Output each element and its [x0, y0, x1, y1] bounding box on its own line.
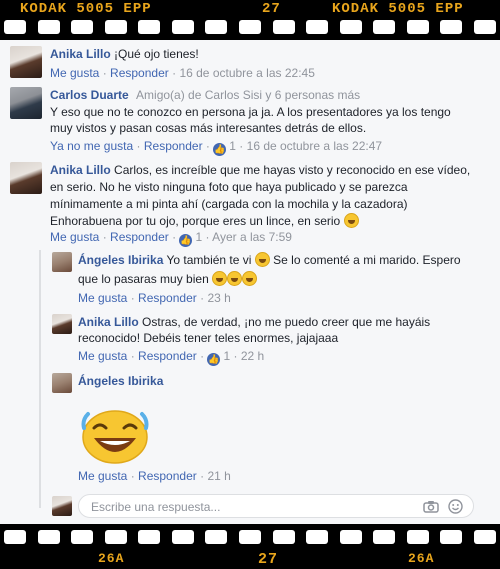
avatar[interactable]: [52, 373, 72, 393]
film-strip-bottom: 26A 27 26A: [0, 524, 500, 569]
camera-icon[interactable]: [423, 500, 439, 513]
comment-author[interactable]: Anika Lillo: [50, 163, 111, 177]
avatar[interactable]: [52, 314, 72, 334]
comment-actions: Ya no me gusta · Responder · 👍 1 · 16 de …: [50, 139, 383, 156]
reply-2-line1: Anika Lillo Ostras, de verdad, ¡no me pu…: [78, 315, 431, 329]
smiley-icon[interactable]: [448, 499, 463, 514]
comment-3-line1: Anika Lillo Carlos, es increíble que me …: [50, 162, 470, 178]
comment-author[interactable]: Carlos Duarte: [50, 88, 129, 102]
reply-1-line1: Ángeles Ibirika Yo también te vi Se lo c…: [78, 252, 461, 267]
thumbs-up-icon: 👍: [179, 234, 193, 247]
like-button[interactable]: Me gusta: [78, 349, 127, 363]
film-frame-label-right: 26A: [408, 551, 435, 566]
film-label-right: KODAK 5005 EPP: [332, 1, 464, 17]
unlike-button[interactable]: Ya no me gusta: [50, 139, 133, 153]
timestamp[interactable]: 16 de octubre a las 22:47: [247, 139, 382, 153]
comment-text: en serio. No he visto ninguna foto que h…: [50, 180, 408, 194]
timestamp[interactable]: 23 h: [207, 291, 230, 305]
reply-author[interactable]: Ángeles Ibirika: [78, 374, 163, 388]
film-frame-number: 27: [262, 1, 281, 17]
laughing-tears-emoji-sticker: [81, 410, 149, 464]
reply-author[interactable]: Ángeles Ibirika: [78, 253, 163, 267]
timestamp[interactable]: 21 h: [207, 469, 230, 483]
reply-text: reconocido! Debéis tener teles enormes, …: [78, 331, 339, 345]
film-label-left: KODAK 5005 EPP: [20, 1, 152, 17]
sprocket-holes-bottom: [0, 530, 500, 544]
reply-1-line2: que lo pasaras muy bien: [78, 271, 258, 287]
comment-text: Carlos, es increíble que me hayas visto …: [114, 163, 471, 177]
comment-actions: Me gusta · Responder · 16 de octubre a l…: [50, 66, 315, 80]
like-button[interactable]: Me gusta: [50, 66, 99, 80]
avatar[interactable]: [10, 46, 42, 78]
comment-2-header: Carlos Duarte Amigo(a) de Carlos Sisi y …: [50, 87, 360, 103]
smiling-emoji-icon: [242, 271, 258, 286]
reply-button[interactable]: Responder: [138, 469, 197, 483]
reply-3-header: Ángeles Ibirika: [78, 373, 163, 389]
comment-text: mínimamente a mi pinta ahí (cargada con …: [50, 197, 408, 211]
reply-button[interactable]: Responder: [144, 139, 203, 153]
reply-thread-line: [39, 250, 41, 508]
reply-composer[interactable]: [78, 494, 474, 518]
comment-text-line4: Enhorabuena por tu ojo, porque eres un l…: [50, 213, 359, 229]
avatar[interactable]: [10, 87, 42, 119]
avatar: [52, 496, 72, 516]
thumbs-up-icon: 👍: [207, 353, 221, 366]
reply-actions: Me gusta · Responder · 23 h: [78, 291, 231, 305]
like-count[interactable]: 👍 1: [213, 139, 236, 156]
avatar[interactable]: [52, 252, 72, 272]
comment-text: Y eso que no te conozco en persona ja ja…: [50, 105, 451, 119]
like-count[interactable]: 👍 1: [207, 349, 230, 366]
sprocket-holes-top: [0, 20, 500, 34]
reply-button[interactable]: Responder: [138, 349, 197, 363]
reply-author[interactable]: Anika Lillo: [78, 315, 139, 329]
comment-text: ¡Qué ojo tienes!: [114, 47, 199, 61]
comments-panel: Anika Lillo ¡Qué ojo tienes! Me gusta · …: [0, 40, 500, 524]
smiling-emoji-icon: [227, 271, 243, 286]
like-button[interactable]: Me gusta: [50, 230, 99, 244]
reply-button[interactable]: Responder: [110, 66, 169, 80]
reply-input[interactable]: [89, 499, 413, 515]
film-frame-label-left: 26A: [98, 551, 125, 566]
comment-text: muy vistos y pasan cosas más interesante…: [50, 121, 367, 135]
comment-author[interactable]: Anika Lillo: [50, 47, 111, 61]
reply-button[interactable]: Responder: [138, 291, 197, 305]
reply-button[interactable]: Responder: [110, 230, 169, 244]
film-strip-top: KODAK 5005 EPP 27 KODAK 5005 EPP: [0, 0, 500, 40]
like-button[interactable]: Me gusta: [78, 291, 127, 305]
smiling-emoji-icon: [212, 271, 228, 286]
grinning-emoji-icon: [343, 213, 359, 228]
friend-note[interactable]: Amigo(a) de Carlos Sisi y 6 personas más: [136, 88, 360, 102]
reply-actions: Me gusta · Responder · 👍 1 · 22 h: [78, 349, 265, 366]
timestamp[interactable]: Ayer a las 7:59: [212, 230, 292, 244]
film-frame-number-bottom: 27: [258, 551, 279, 568]
thumbs-up-icon: 👍: [213, 143, 227, 156]
like-count[interactable]: 👍 1: [179, 230, 202, 247]
like-button[interactable]: Me gusta: [78, 469, 127, 483]
comment-1: Anika Lillo ¡Qué ojo tienes!: [50, 46, 199, 62]
hugging-emoji-icon: [254, 252, 270, 267]
reply-actions: Me gusta · Responder · 21 h: [78, 469, 231, 483]
timestamp[interactable]: 22 h: [241, 349, 264, 363]
comment-actions: Me gusta · Responder · 👍 1 · Ayer a las 7…: [50, 230, 292, 247]
avatar[interactable]: [10, 162, 42, 194]
timestamp[interactable]: 16 de octubre a las 22:45: [179, 66, 314, 80]
